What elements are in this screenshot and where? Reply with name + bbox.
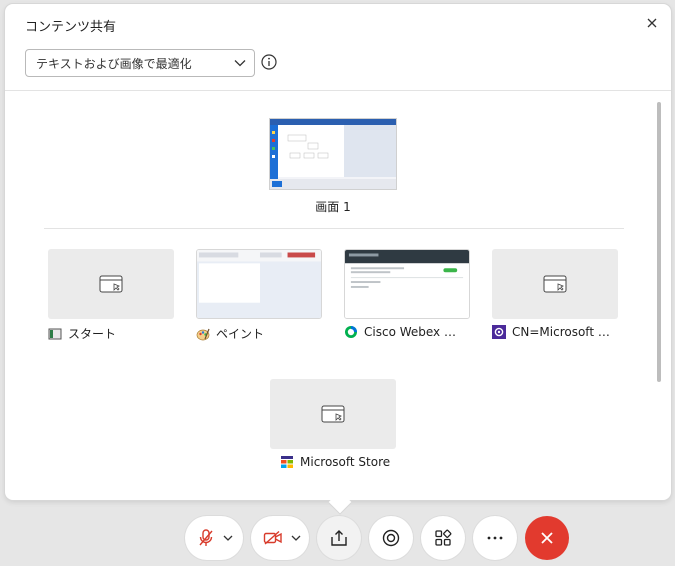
close-icon (541, 532, 553, 544)
app-card-webex[interactable]: Cisco Webex Me... (344, 249, 472, 339)
window-icon (543, 275, 567, 293)
chevron-down-icon[interactable] (223, 535, 233, 541)
app-thumbnail-cn-microsoft (492, 249, 618, 319)
app-thumbnail-paint (196, 249, 322, 319)
webex-icon (344, 325, 358, 339)
header-divider (5, 90, 671, 91)
app-card-paint[interactable]: ペイント (196, 249, 324, 342)
app-thumbnail-start (48, 249, 174, 319)
close-icon (647, 18, 657, 28)
mute-microphone-button[interactable] (185, 516, 243, 560)
info-icon[interactable] (261, 54, 277, 70)
window-icon (321, 405, 345, 423)
window-icon (99, 275, 123, 293)
scrollbar[interactable] (657, 102, 661, 382)
leave-meeting-button[interactable] (525, 516, 569, 560)
record-button[interactable] (369, 516, 413, 560)
app-label-start: スタート (68, 327, 117, 341)
screen-1-thumbnail (269, 118, 397, 190)
settings-app-icon (492, 325, 506, 339)
microphone-muted-icon (199, 529, 213, 546)
dialog-title: コンテンツ共有 (25, 20, 117, 35)
app-label-cn-microsoft: CN=Microsoft Wi... (512, 325, 614, 339)
app-label-webex: Cisco Webex Me... (364, 325, 466, 339)
paint-icon (196, 327, 210, 341)
optimize-select[interactable]: テキストおよび画像で最適化 (25, 49, 255, 77)
share-icon (331, 530, 347, 546)
app-label-paint: ペイント (216, 327, 265, 341)
stop-video-button[interactable] (251, 516, 309, 560)
section-divider (44, 228, 624, 229)
app-card-microsoft-store[interactable]: Microsoft Store (270, 379, 398, 469)
video-off-icon (263, 530, 282, 545)
app-thumbnail-webex (344, 249, 470, 319)
share-content-button[interactable] (317, 516, 361, 560)
apps-grid-icon (435, 529, 452, 546)
more-options-button[interactable] (473, 516, 517, 560)
share-content-dialog: コンテンツ共有 テキストおよび画像で最適化 画面 1 スタート ペイント Cis… (5, 4, 671, 500)
app-label-microsoft-store: Microsoft Store (300, 455, 391, 469)
start-icon (48, 327, 62, 341)
record-icon (382, 529, 400, 547)
chevron-down-icon[interactable] (291, 535, 301, 541)
store-icon (280, 455, 294, 469)
app-card-cn-microsoft[interactable]: CN=Microsoft Wi... (492, 249, 620, 339)
app-thumbnail-microsoft-store (270, 379, 396, 449)
screen-1-card[interactable]: 画面 1 (269, 118, 397, 215)
more-icon (487, 536, 503, 540)
optimize-select-value: テキストおよび画像で最適化 (36, 56, 192, 71)
screen-1-label: 画面 1 (315, 200, 351, 214)
app-card-start[interactable]: スタート (48, 249, 176, 342)
chevron-down-icon (234, 60, 246, 67)
meeting-toolbar (0, 508, 675, 566)
close-button[interactable] (643, 14, 661, 32)
apps-button[interactable] (421, 516, 465, 560)
